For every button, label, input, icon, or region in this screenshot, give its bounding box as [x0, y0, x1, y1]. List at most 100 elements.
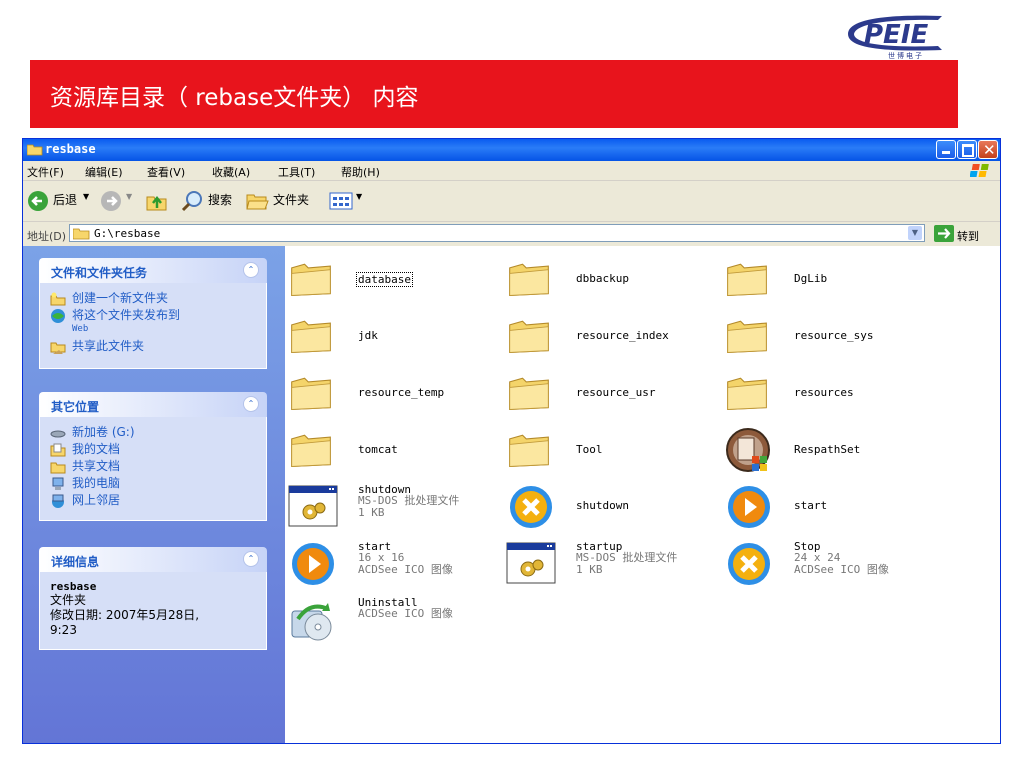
- batch-file-icon: [288, 482, 338, 532]
- folder-icon: [73, 228, 90, 240]
- place-label: 我的文档: [72, 442, 121, 456]
- my-computer-icon: [52, 477, 64, 490]
- toolbar: 后退 ▼ ▼ 搜索 文件夹 ▼: [23, 181, 1000, 222]
- close-button[interactable]: ✕: [978, 140, 998, 159]
- file-name: DgLib: [794, 272, 828, 285]
- menu-favorites[interactable]: 收藏(A): [212, 164, 250, 180]
- application-icon: [724, 426, 774, 476]
- menu-edit[interactable]: 编辑(E): [85, 164, 123, 180]
- file-name: resources: [794, 386, 854, 399]
- my-documents-icon: [50, 443, 66, 457]
- folder-item[interactable]: resource_temp: [288, 369, 498, 423]
- views-icon[interactable]: [329, 189, 355, 213]
- svg-text:PEIE: PEIE: [864, 20, 928, 50]
- place-drive-g[interactable]: 新加卷 (G:): [50, 425, 256, 439]
- search-icon[interactable]: [181, 189, 205, 213]
- address-label: 地址(D): [27, 230, 67, 243]
- back-arrow-icon[interactable]: [27, 190, 49, 212]
- file-item[interactable]: Stop 24 x 24 ACDSee ICO 图像: [724, 539, 934, 593]
- search-button[interactable]: 搜索: [208, 191, 232, 208]
- maximize-button[interactable]: [957, 140, 977, 159]
- other-places-body: 新加卷 (G:) 我的文档 共享文档 我的电脑 网上邻居: [39, 417, 267, 521]
- details-panel: 详细信息 ⌃ resbase 文件夹 修改日期: 2007年5月28日, 9:2…: [39, 547, 267, 650]
- details-body: resbase 文件夹 修改日期: 2007年5月28日, 9:23: [39, 572, 267, 650]
- file-item[interactable]: startup MS-DOS 批处理文件 1 KB: [506, 539, 716, 593]
- file-item[interactable]: Uninstall ACDSee ICO 图像: [288, 595, 498, 649]
- collapse-icon[interactable]: ⌃: [243, 551, 259, 567]
- stop-icon: [506, 482, 556, 532]
- place-my-documents[interactable]: 我的文档: [50, 442, 256, 457]
- folder-item[interactable]: jdk: [288, 312, 498, 366]
- address-field[interactable]: G:\resbase ▼: [69, 224, 925, 242]
- file-item[interactable]: shutdown: [506, 482, 716, 536]
- file-item[interactable]: start 16 x 16 ACDSee ICO 图像: [288, 539, 498, 593]
- details-title: 详细信息: [51, 555, 100, 569]
- go-arrow-icon[interactable]: [934, 225, 954, 242]
- other-places-header[interactable]: 其它位置 ⌃: [39, 392, 267, 417]
- folder-item[interactable]: tomcat: [288, 426, 498, 480]
- network-icon: [52, 494, 64, 508]
- file-name: start: [794, 499, 828, 512]
- menu-tools[interactable]: 工具(T): [278, 164, 315, 180]
- task-sublabel: Web: [72, 324, 89, 334]
- place-network[interactable]: 网上邻居: [50, 493, 256, 508]
- task-new-folder[interactable]: 创建一个新文件夹: [50, 291, 256, 306]
- detail-time: 9:23: [50, 623, 77, 637]
- folder-icon: [506, 369, 556, 419]
- menu-file[interactable]: 文件(F): [27, 164, 64, 180]
- place-shared-documents[interactable]: 共享文档: [50, 459, 256, 474]
- chevron-down-icon[interactable]: ▼: [908, 226, 922, 240]
- task-pane: 文件和文件夹任务 ⌃ 创建一个新文件夹 将这个文件夹发布到 Web 共享此文件夹…: [23, 246, 285, 743]
- title-bar[interactable]: resbase ✕: [23, 139, 1000, 161]
- file-item[interactable]: shutdown MS-DOS 批处理文件 1 KB: [288, 482, 498, 536]
- folder-icon: [724, 255, 774, 305]
- task-share-folder[interactable]: 共享此文件夹: [50, 339, 256, 354]
- address-path[interactable]: G:\resbase: [94, 227, 160, 240]
- file-item[interactable]: start: [724, 482, 934, 536]
- folder-item[interactable]: resource_sys: [724, 312, 934, 366]
- batch-file-icon: [506, 539, 556, 589]
- chevron-down-icon[interactable]: ▼: [83, 192, 89, 201]
- menu-help[interactable]: 帮助(H): [341, 164, 380, 180]
- go-button[interactable]: 转到: [957, 228, 979, 244]
- folder-icon: [506, 312, 556, 362]
- file-meta: 1 KB: [358, 506, 385, 519]
- folder-item[interactable]: database: [288, 255, 498, 309]
- details-header[interactable]: 详细信息 ⌃: [39, 547, 267, 572]
- folder-item[interactable]: resources: [724, 369, 934, 423]
- file-tasks-body: 创建一个新文件夹 将这个文件夹发布到 Web 共享此文件夹: [39, 283, 267, 369]
- file-name: resource_temp: [358, 386, 445, 399]
- shared-documents-icon: [50, 462, 66, 474]
- folder-item[interactable]: resource_usr: [506, 369, 716, 423]
- folder-item[interactable]: DgLib: [724, 255, 934, 309]
- other-places-title: 其它位置: [51, 400, 100, 414]
- folder-item[interactable]: dbbackup: [506, 255, 716, 309]
- up-folder-icon[interactable]: [145, 189, 169, 213]
- folder-item[interactable]: Tool: [506, 426, 716, 480]
- minimize-button[interactable]: [936, 140, 956, 159]
- file-item[interactable]: RespathSet: [724, 426, 934, 480]
- back-button[interactable]: 后退: [53, 191, 77, 208]
- uninstall-icon: [288, 595, 338, 645]
- file-name: RespathSet: [794, 443, 861, 456]
- folders-icon[interactable]: [245, 189, 269, 213]
- other-places-panel: 其它位置 ⌃ 新加卷 (G:) 我的文档 共享文档 我的电脑 网上邻居: [39, 392, 267, 521]
- task-publish-web[interactable]: 将这个文件夹发布到 Web: [50, 308, 256, 336]
- folder-icon: [27, 144, 43, 156]
- chevron-down-icon[interactable]: ▼: [126, 192, 132, 201]
- slide-title: 资源库目录（ rebase文件夹） 内容: [50, 85, 419, 111]
- menu-view[interactable]: 查看(V): [147, 164, 185, 180]
- forward-arrow-icon[interactable]: [100, 190, 122, 212]
- folders-button[interactable]: 文件夹: [273, 191, 309, 208]
- file-tasks-panel: 文件和文件夹任务 ⌃ 创建一个新文件夹 将这个文件夹发布到 Web 共享此文件夹: [39, 258, 267, 369]
- file-name: resource_usr: [576, 386, 656, 399]
- place-my-computer[interactable]: 我的电脑: [50, 476, 256, 490]
- file-name: shutdown: [576, 499, 629, 512]
- collapse-icon[interactable]: ⌃: [243, 396, 259, 412]
- new-folder-icon: [50, 292, 66, 306]
- file-meta: 1 KB: [576, 563, 603, 576]
- folder-item[interactable]: resource_index: [506, 312, 716, 366]
- file-tasks-header[interactable]: 文件和文件夹任务 ⌃: [39, 258, 267, 283]
- collapse-icon[interactable]: ⌃: [243, 262, 259, 278]
- chevron-down-icon[interactable]: ▼: [356, 192, 362, 201]
